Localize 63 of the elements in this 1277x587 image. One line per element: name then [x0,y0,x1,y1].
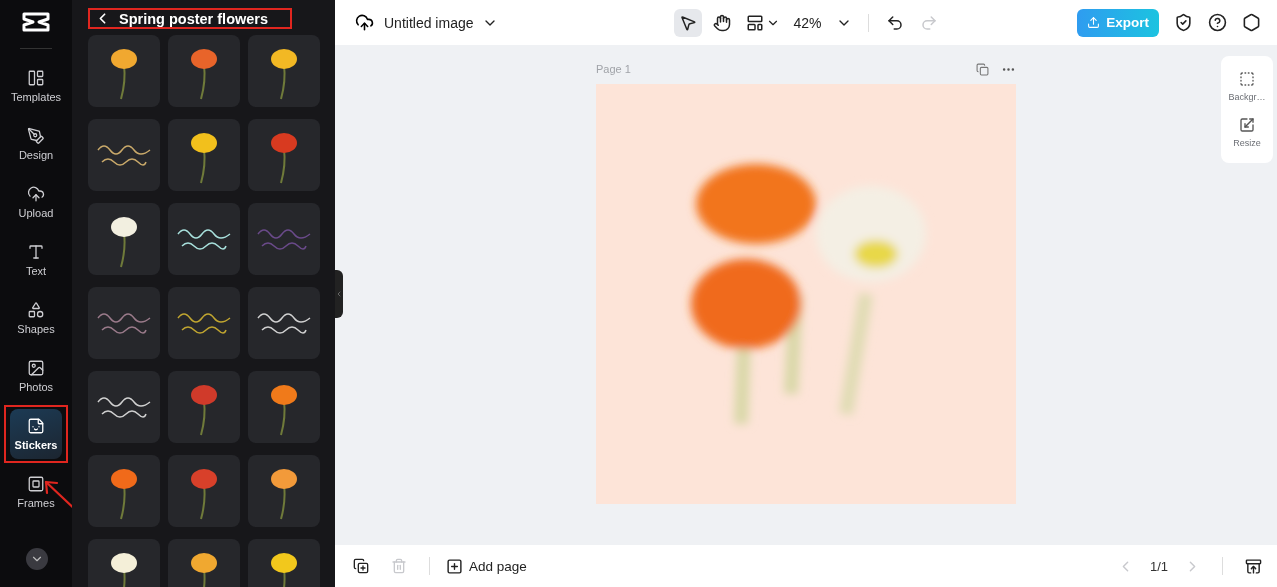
sticker-tile[interactable] [88,35,160,107]
rail-item-icon [27,243,45,261]
tray-icon [1244,557,1262,575]
rail-item-icon [27,359,45,377]
cloud-upload-icon[interactable] [355,13,374,32]
sticker-tile[interactable] [88,287,160,359]
rail-item-icon [27,417,45,435]
sticker-tile[interactable] [248,35,320,107]
sticker-tile[interactable] [88,371,160,443]
sticker-tile[interactable] [168,287,240,359]
add-page-button[interactable]: Add page [446,557,527,575]
poster-canvas[interactable] [596,84,1016,504]
page-count: 1/1 [1149,558,1168,574]
hand-icon [712,13,731,32]
sticker-tile[interactable] [168,35,240,107]
add-page-icon [446,557,463,575]
sticker-tile[interactable] [88,203,160,275]
upload-icon [1087,16,1101,29]
shield-icon [1173,13,1193,32]
sticker-tile[interactable] [248,455,320,527]
sticker-tile[interactable] [88,455,160,527]
rail-item[interactable]: Photos [10,351,62,401]
sticker-tile[interactable] [248,371,320,443]
rail-item[interactable]: Shapes [10,293,62,343]
sticker-tile[interactable] [168,455,240,527]
sticker-tile[interactable] [248,203,320,275]
sticker-tile[interactable] [168,119,240,191]
collapse-handle[interactable] [335,270,343,318]
duplicate-page-icon[interactable] [976,62,989,76]
rail-item-icon [27,69,45,87]
sticker-tile[interactable] [168,203,240,275]
rail-item[interactable]: Design [10,119,62,169]
redo-icon [919,13,938,32]
resize-icon [1239,117,1255,133]
help-icon [1207,13,1227,32]
rail-item-icon [27,301,45,319]
duplicate-icon [353,558,369,574]
rail-item-icon [27,127,45,145]
panel-title: Spring poster flowers [119,10,269,27]
rail-item[interactable]: Frames [10,467,62,517]
file-name-dropdown[interactable]: Untitled image [380,14,502,31]
undo-icon [885,13,904,32]
layout-icon [745,13,764,32]
logo-icon[interactable] [21,10,51,34]
trash-icon [391,558,407,574]
sticker-tile[interactable] [168,371,240,443]
rail-item[interactable]: Templates [10,61,62,111]
sticker-tile[interactable] [248,119,320,191]
rail-item[interactable]: Text [10,235,62,285]
resize-button[interactable]: Resize [1233,117,1261,148]
rail-item-icon [27,475,45,493]
pointer-icon [678,13,697,32]
rail-item[interactable]: Stickers [10,409,62,459]
chevron-left-icon [335,290,343,298]
pointer-tool[interactable] [673,8,702,37]
expand-button[interactable] [26,548,48,570]
rail-item[interactable]: Upload [10,177,62,227]
rail-item-icon [27,185,45,203]
zoom-dropdown[interactable]: 42% [789,8,856,37]
page-label: Page 1 [596,63,631,75]
sticker-tile[interactable] [88,119,160,191]
sticker-tile[interactable] [248,287,320,359]
background-button[interactable]: Backgr… [1228,71,1266,102]
